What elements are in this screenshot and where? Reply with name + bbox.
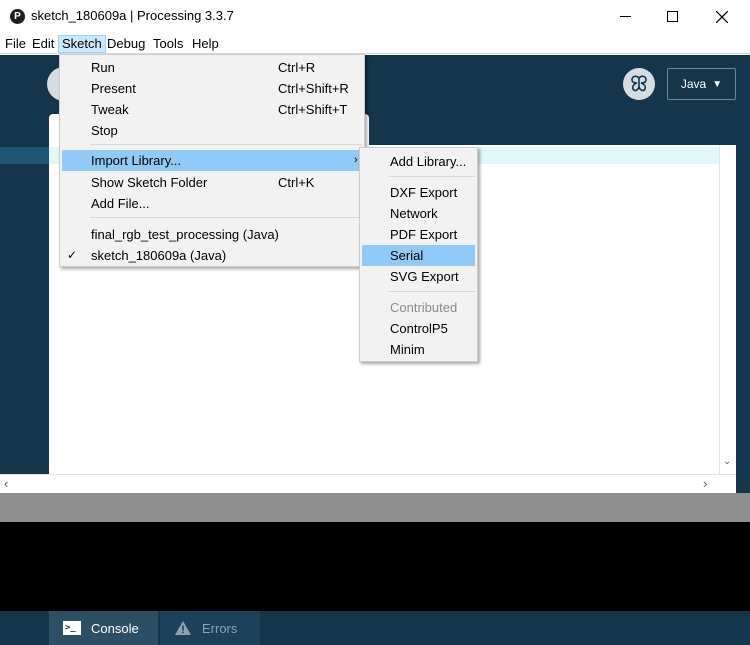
submenu-item-label: Serial xyxy=(390,248,424,263)
scroll-down-arrow-icon[interactable]: ⌄ xyxy=(723,456,731,467)
menu-sketch[interactable]: Sketch xyxy=(58,35,106,53)
title-bar: P sketch_180609a | Processing 3.3.7 xyxy=(0,0,750,33)
submenu-item-add-library[interactable]: Add Library... xyxy=(362,151,475,172)
menu-item-tweak[interactable]: Tweak Ctrl+Shift+T xyxy=(62,99,362,120)
menu-item-add-file[interactable]: Add File... xyxy=(62,193,362,214)
editor-right-border xyxy=(736,145,750,493)
menu-item-show-sketch-folder[interactable]: Show Sketch Folder Ctrl+K xyxy=(62,172,362,193)
scroll-left-arrow-icon[interactable]: ‹ xyxy=(4,476,8,491)
close-button[interactable] xyxy=(697,0,747,33)
console-area[interactable] xyxy=(0,522,750,611)
menu-item-label: sketch_180609a (Java) xyxy=(91,248,227,263)
close-icon xyxy=(716,10,728,23)
menu-file[interactable]: File xyxy=(2,35,29,53)
sketch-menu-dropdown: Run Ctrl+R Present Ctrl+Shift+R Tweak Ct… xyxy=(59,54,365,267)
console-tab[interactable]: >_ Console xyxy=(49,611,158,645)
submenu-item-label: PDF Export xyxy=(390,227,458,242)
minimize-icon xyxy=(619,16,631,17)
menu-edit[interactable]: Edit xyxy=(29,35,57,53)
warning-icon xyxy=(175,621,191,635)
menu-tools[interactable]: Tools xyxy=(150,35,186,53)
menu-item-stop[interactable]: Stop xyxy=(62,120,362,141)
submenu-item-minim[interactable]: Minim xyxy=(362,339,475,360)
submenu-item-label: Minim xyxy=(390,342,425,357)
submenu-item-label: ControlP5 xyxy=(390,321,448,336)
menu-debug[interactable]: Debug xyxy=(104,35,148,53)
submenu-heading-contributed: Contributed xyxy=(362,297,475,318)
menu-item-present[interactable]: Present Ctrl+Shift+R xyxy=(62,78,362,99)
import-library-submenu: Add Library... DXF Export Network PDF Ex… xyxy=(359,147,478,362)
errors-tab-label: Errors xyxy=(202,620,238,636)
submenu-item-serial[interactable]: Serial xyxy=(362,245,475,266)
menu-item-shortcut: Ctrl+Shift+R xyxy=(278,81,349,96)
menu-item-import-library[interactable]: Import Library... › xyxy=(62,150,362,171)
submenu-separator xyxy=(389,176,475,177)
errors-tab[interactable]: Errors xyxy=(160,611,260,645)
submenu-item-label: Add Library... xyxy=(390,154,467,169)
submenu-item-pdf-export[interactable]: PDF Export xyxy=(362,224,475,245)
debug-button[interactable] xyxy=(623,68,655,100)
submenu-item-dxf-export[interactable]: DXF Export xyxy=(362,182,475,203)
processing-app-icon: P xyxy=(10,9,25,24)
menu-separator xyxy=(90,217,362,218)
console-tab-label: Console xyxy=(91,620,139,636)
maximize-icon xyxy=(666,11,678,22)
menu-item-label: Import Library... xyxy=(91,153,182,168)
menu-item-label: Run xyxy=(91,60,115,75)
chevron-down-icon: ▼ xyxy=(712,78,723,90)
checkmark-icon: ✓ xyxy=(67,248,78,262)
menu-item-label: Stop xyxy=(91,123,118,138)
menu-item-label: Add File... xyxy=(91,196,150,211)
submenu-item-network[interactable]: Network xyxy=(362,203,475,224)
mode-label: Java xyxy=(680,77,707,91)
menu-item-shortcut: Ctrl+K xyxy=(278,175,315,190)
submenu-item-label: Contributed xyxy=(390,300,458,315)
submenu-item-label: SVG Export xyxy=(390,269,459,284)
window-title: sketch_180609a | Processing 3.3.7 xyxy=(31,8,234,23)
menu-item-label: Show Sketch Folder xyxy=(91,175,208,190)
footer-bar: >_ Console Errors xyxy=(0,611,750,645)
menu-item-recent-sketch-180609a[interactable]: ✓ sketch_180609a (Java) xyxy=(62,245,362,266)
submenu-item-label: Network xyxy=(390,206,438,221)
maximize-button[interactable] xyxy=(647,0,697,33)
submenu-arrow-icon: › xyxy=(354,154,358,166)
current-line-gutter-highlight xyxy=(0,147,49,164)
butterfly-icon xyxy=(631,75,647,92)
submenu-item-svg-export[interactable]: SVG Export xyxy=(362,266,475,287)
menu-item-shortcut: Ctrl+Shift+T xyxy=(278,102,348,117)
mode-selector[interactable]: Java ▼ xyxy=(667,68,736,100)
vertical-scrollbar[interactable]: ⌄ xyxy=(719,145,736,474)
line-number-gutter xyxy=(0,145,49,474)
menu-item-label: Present xyxy=(91,81,136,96)
menu-item-run[interactable]: Run Ctrl+R xyxy=(62,57,362,78)
menu-bar: File Edit Sketch Debug Tools Help xyxy=(0,33,750,54)
menu-item-label: Tweak xyxy=(91,102,129,117)
submenu-separator xyxy=(389,291,475,292)
console-divider[interactable] xyxy=(0,493,750,522)
menu-separator xyxy=(90,144,362,145)
submenu-item-label: DXF Export xyxy=(390,185,458,200)
submenu-item-controlp5[interactable]: ControlP5 xyxy=(362,318,475,339)
minimize-button[interactable] xyxy=(600,0,650,33)
menu-item-recent-final-rgb[interactable]: final_rgb_test_processing (Java) xyxy=(62,224,362,245)
console-icon: >_ xyxy=(63,621,81,635)
scroll-right-arrow-icon[interactable]: › xyxy=(703,476,707,491)
menu-help[interactable]: Help xyxy=(189,35,222,53)
menu-item-shortcut: Ctrl+R xyxy=(278,60,316,75)
horizontal-scrollbar[interactable]: ‹ › xyxy=(0,474,736,493)
menu-item-label: final_rgb_test_processing (Java) xyxy=(91,227,279,242)
